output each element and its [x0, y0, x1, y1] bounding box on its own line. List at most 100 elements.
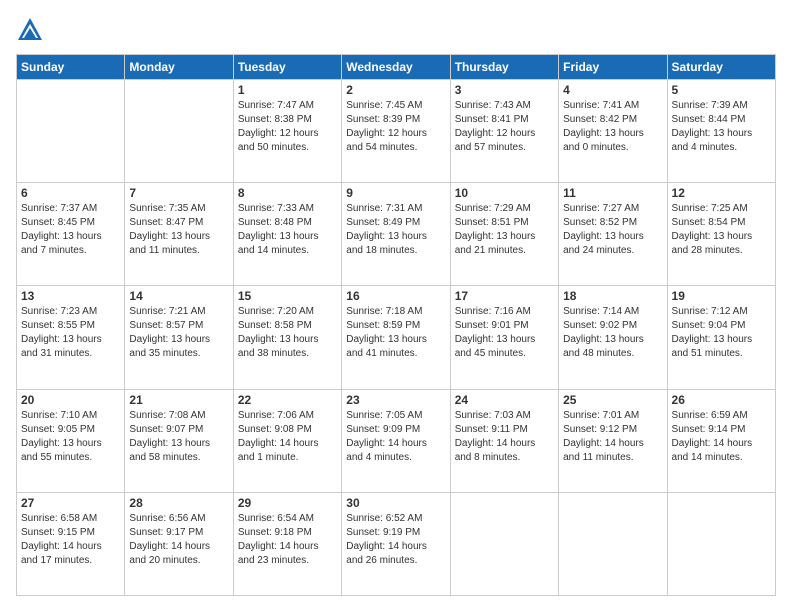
day-number: 25: [563, 393, 662, 407]
weekday-header-tuesday: Tuesday: [233, 55, 341, 80]
day-number: 24: [455, 393, 554, 407]
calendar-cell: [559, 492, 667, 595]
calendar-table: SundayMondayTuesdayWednesdayThursdayFrid…: [16, 54, 776, 596]
day-number: 11: [563, 186, 662, 200]
day-number: 19: [672, 289, 771, 303]
day-info: Sunrise: 7:05 AMSunset: 9:09 PMDaylight:…: [346, 409, 445, 465]
day-number: 23: [346, 393, 445, 407]
day-number: 16: [346, 289, 445, 303]
day-info: Sunrise: 7:31 AMSunset: 8:49 PMDaylight:…: [346, 202, 445, 258]
day-number: 20: [21, 393, 120, 407]
calendar-cell: 23 Sunrise: 7:05 AMSunset: 9:09 PMDayligh…: [342, 389, 450, 492]
day-number: 29: [238, 496, 337, 510]
day-number: 6: [21, 186, 120, 200]
day-number: 15: [238, 289, 337, 303]
week-row-3: 13 Sunrise: 7:23 AMSunset: 8:55 PMDayligh…: [17, 286, 776, 389]
week-row-1: 1 Sunrise: 7:47 AMSunset: 8:38 PMDaylight…: [17, 80, 776, 183]
calendar-cell: 17 Sunrise: 7:16 AMSunset: 9:01 PMDayligh…: [450, 286, 558, 389]
calendar-cell: 22 Sunrise: 7:06 AMSunset: 9:08 PMDayligh…: [233, 389, 341, 492]
calendar-cell: 12Sunrise: 7:25 AMSunset: 8:54 PMDayligh…: [667, 183, 775, 286]
weekday-header-sunday: Sunday: [17, 55, 125, 80]
calendar-cell: 4 Sunrise: 7:41 AMSunset: 8:42 PMDaylight…: [559, 80, 667, 183]
calendar-cell: 1 Sunrise: 7:47 AMSunset: 8:38 PMDaylight…: [233, 80, 341, 183]
day-number: 2: [346, 83, 445, 97]
day-info: Sunrise: 7:39 AMSunset: 8:44 PMDaylight:…: [672, 99, 771, 155]
day-info: Sunrise: 7:20 AMSunset: 8:58 PMDaylight:…: [238, 305, 337, 361]
day-info: Sunrise: 7:08 AMSunset: 9:07 PMDaylight:…: [129, 409, 228, 465]
calendar-cell: 19 Sunrise: 7:12 AMSunset: 9:04 PMDayligh…: [667, 286, 775, 389]
calendar-cell: 25 Sunrise: 7:01 AMSunset: 9:12 PMDayligh…: [559, 389, 667, 492]
day-info: Sunrise: 7:18 AMSunset: 8:59 PMDaylight:…: [346, 305, 445, 361]
day-number: 3: [455, 83, 554, 97]
day-info: Sunrise: 7:03 AMSunset: 9:11 PMDaylight:…: [455, 409, 554, 465]
day-number: 8: [238, 186, 337, 200]
calendar-cell: [667, 492, 775, 595]
day-number: 21: [129, 393, 228, 407]
day-number: 5: [672, 83, 771, 97]
day-info: Sunrise: 7:45 AMSunset: 8:39 PMDaylight:…: [346, 99, 445, 155]
day-info: Sunrise: 7:27 AMSunset: 8:52 PMDaylight:…: [563, 202, 662, 258]
day-number: 22: [238, 393, 337, 407]
day-info: Sunrise: 6:58 AMSunset: 9:15 PMDaylight:…: [21, 512, 120, 568]
calendar-cell: 9 Sunrise: 7:31 AMSunset: 8:49 PMDaylight…: [342, 183, 450, 286]
calendar-cell: 6 Sunrise: 7:37 AMSunset: 8:45 PMDaylight…: [17, 183, 125, 286]
day-info: Sunrise: 7:14 AMSunset: 9:02 PMDaylight:…: [563, 305, 662, 361]
day-info: Sunrise: 6:59 AMSunset: 9:14 PMDaylight:…: [672, 409, 771, 465]
day-info: Sunrise: 7:23 AMSunset: 8:55 PMDaylight:…: [21, 305, 120, 361]
day-info: Sunrise: 7:12 AMSunset: 9:04 PMDaylight:…: [672, 305, 771, 361]
weekday-header-friday: Friday: [559, 55, 667, 80]
calendar-cell: 2 Sunrise: 7:45 AMSunset: 8:39 PMDaylight…: [342, 80, 450, 183]
day-number: 12: [672, 186, 771, 200]
day-number: 28: [129, 496, 228, 510]
day-number: 1: [238, 83, 337, 97]
calendar-cell: 29 Sunrise: 6:54 AMSunset: 9:18 PMDayligh…: [233, 492, 341, 595]
calendar-cell: 8 Sunrise: 7:33 AMSunset: 8:48 PMDaylight…: [233, 183, 341, 286]
logo: [16, 16, 48, 44]
calendar-cell: 27Sunrise: 6:58 AMSunset: 9:15 PMDayligh…: [17, 492, 125, 595]
day-number: 14: [129, 289, 228, 303]
day-info: Sunrise: 7:37 AMSunset: 8:45 PMDaylight:…: [21, 202, 120, 258]
day-info: Sunrise: 6:54 AMSunset: 9:18 PMDaylight:…: [238, 512, 337, 568]
calendar-cell: 11 Sunrise: 7:27 AMSunset: 8:52 PMDayligh…: [559, 183, 667, 286]
day-info: Sunrise: 7:43 AMSunset: 8:41 PMDaylight:…: [455, 99, 554, 155]
weekday-header-saturday: Saturday: [667, 55, 775, 80]
weekday-header-row: SundayMondayTuesdayWednesdayThursdayFrid…: [17, 55, 776, 80]
day-number: 9: [346, 186, 445, 200]
day-number: 13: [21, 289, 120, 303]
day-info: Sunrise: 7:33 AMSunset: 8:48 PMDaylight:…: [238, 202, 337, 258]
week-row-2: 6 Sunrise: 7:37 AMSunset: 8:45 PMDaylight…: [17, 183, 776, 286]
day-info: Sunrise: 7:35 AMSunset: 8:47 PMDaylight:…: [129, 202, 228, 258]
weekday-header-thursday: Thursday: [450, 55, 558, 80]
calendar-cell: 21 Sunrise: 7:08 AMSunset: 9:07 PMDayligh…: [125, 389, 233, 492]
calendar-cell: [17, 80, 125, 183]
day-number: 4: [563, 83, 662, 97]
weekday-header-wednesday: Wednesday: [342, 55, 450, 80]
calendar-cell: 14Sunrise: 7:21 AMSunset: 8:57 PMDayligh…: [125, 286, 233, 389]
header: [16, 16, 776, 44]
day-info: Sunrise: 7:47 AMSunset: 8:38 PMDaylight:…: [238, 99, 337, 155]
page: SundayMondayTuesdayWednesdayThursdayFrid…: [0, 0, 792, 612]
day-info: Sunrise: 7:41 AMSunset: 8:42 PMDaylight:…: [563, 99, 662, 155]
logo-icon: [16, 16, 44, 44]
calendar-cell: 3 Sunrise: 7:43 AMSunset: 8:41 PMDaylight…: [450, 80, 558, 183]
day-number: 7: [129, 186, 228, 200]
calendar-cell: 15 Sunrise: 7:20 AMSunset: 8:58 PMDayligh…: [233, 286, 341, 389]
week-row-5: 27Sunrise: 6:58 AMSunset: 9:15 PMDayligh…: [17, 492, 776, 595]
calendar-cell: 20 Sunrise: 7:10 AMSunset: 9:05 PMDayligh…: [17, 389, 125, 492]
day-info: Sunrise: 7:16 AMSunset: 9:01 PMDaylight:…: [455, 305, 554, 361]
day-info: Sunrise: 7:10 AMSunset: 9:05 PMDaylight:…: [21, 409, 120, 465]
calendar-cell: 18 Sunrise: 7:14 AMSunset: 9:02 PMDayligh…: [559, 286, 667, 389]
calendar-cell: 16 Sunrise: 7:18 AMSunset: 8:59 PMDayligh…: [342, 286, 450, 389]
calendar-cell: 10 Sunrise: 7:29 AMSunset: 8:51 PMDayligh…: [450, 183, 558, 286]
day-number: 26: [672, 393, 771, 407]
calendar-cell: 24 Sunrise: 7:03 AMSunset: 9:11 PMDayligh…: [450, 389, 558, 492]
day-info: Sunrise: 7:29 AMSunset: 8:51 PMDaylight:…: [455, 202, 554, 258]
calendar-cell: 28Sunrise: 6:56 AMSunset: 9:17 PMDayligh…: [125, 492, 233, 595]
day-number: 30: [346, 496, 445, 510]
day-info: Sunrise: 7:01 AMSunset: 9:12 PMDaylight:…: [563, 409, 662, 465]
day-number: 18: [563, 289, 662, 303]
day-number: 17: [455, 289, 554, 303]
day-number: 10: [455, 186, 554, 200]
day-info: Sunrise: 7:06 AMSunset: 9:08 PMDaylight:…: [238, 409, 337, 465]
calendar-cell: [450, 492, 558, 595]
